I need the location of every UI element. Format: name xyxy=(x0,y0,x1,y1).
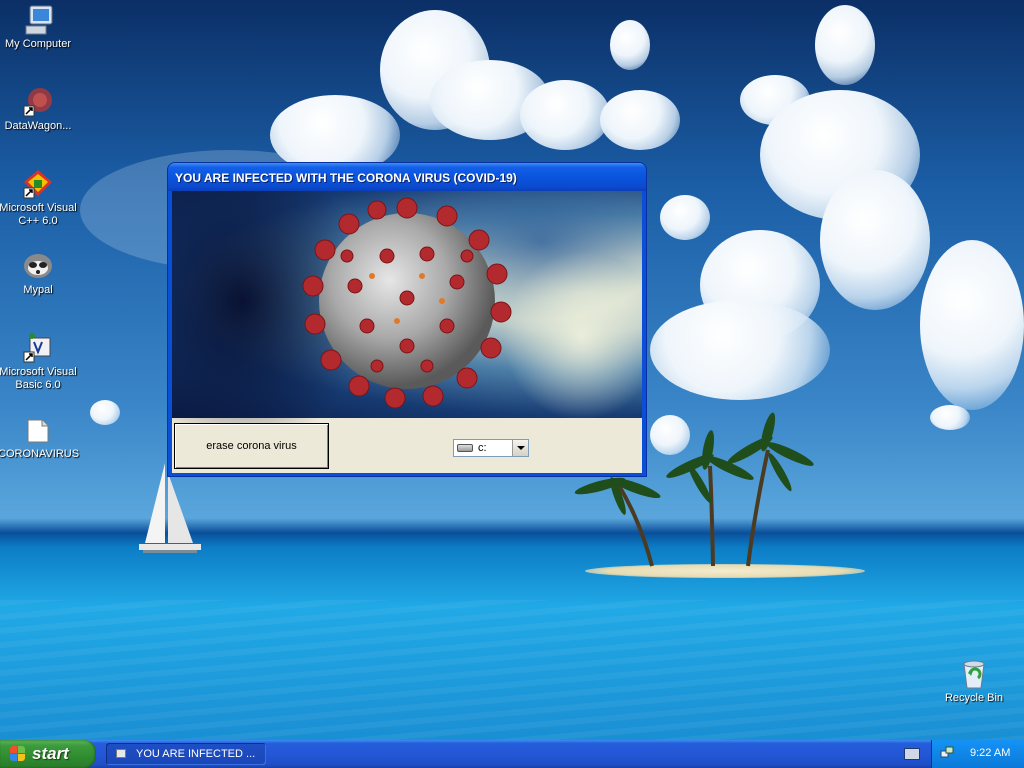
hard-drive-icon xyxy=(457,444,473,452)
desktop-icon-label: DataWagon... xyxy=(4,120,72,132)
desktop-icon-label: Microsoft Visual C++ 6.0 xyxy=(0,202,77,227)
erase-corona-virus-button[interactable]: erase corona virus xyxy=(174,423,329,469)
system-tray: 9:22 AM xyxy=(931,740,1024,768)
desktop-icon-coronavirus[interactable]: CORONAVIRUS xyxy=(0,414,80,461)
recycle-bin-icon xyxy=(958,658,990,690)
taskbar: start YOU ARE INFECTED ... 9:22 AM xyxy=(0,740,1024,768)
folder-icon xyxy=(22,414,54,446)
network-icon[interactable] xyxy=(940,746,954,760)
windows-logo-icon xyxy=(10,746,26,762)
window-title: YOU ARE INFECTED WITH THE CORONA VIRUS (… xyxy=(175,171,517,185)
visual-basic-shortcut-icon xyxy=(22,332,54,364)
desktop-icon-label: CORONAVIRUS xyxy=(0,448,80,460)
clock[interactable]: 9:22 AM xyxy=(970,747,1010,759)
window-client-area: erase corona virus c: xyxy=(172,191,642,473)
desktop-icon-recycle-bin[interactable]: Recycle Bin xyxy=(934,658,1014,705)
mypal-raccoon-icon xyxy=(22,250,54,282)
keyboard-icon[interactable] xyxy=(904,748,920,760)
desktop-icon-label: Microsoft Visual Basic 6.0 xyxy=(0,366,77,391)
my-computer-icon xyxy=(22,4,54,36)
title-bar[interactable]: YOU ARE INFECTED WITH THE CORONA VIRUS (… xyxy=(168,163,646,191)
visual-cpp-shortcut-icon xyxy=(22,168,54,200)
virus-window[interactable]: YOU ARE INFECTED WITH THE CORONA VIRUS (… xyxy=(168,163,646,476)
start-label: start xyxy=(32,744,69,763)
chevron-down-icon[interactable] xyxy=(512,440,528,456)
taskbar-item-label: YOU ARE INFECTED ... xyxy=(136,748,256,760)
drive-select[interactable]: c: xyxy=(453,439,529,457)
desktop-icon-mypal[interactable]: Mypal xyxy=(0,250,78,297)
desktop-icon-label: My Computer xyxy=(4,38,72,50)
coronavirus-image xyxy=(172,191,642,451)
drive-select-value: c: xyxy=(478,442,487,454)
datawagon-shortcut-icon xyxy=(22,86,54,118)
desktop-icon-label: Mypal xyxy=(23,284,53,296)
desktop-icon-datawagon[interactable]: DataWagon... xyxy=(0,86,78,133)
virus-particle xyxy=(302,197,512,409)
desktop-icon-label: Recycle Bin xyxy=(944,692,1004,704)
desktop-icon-my-computer[interactable]: My Computer xyxy=(0,4,78,51)
window-icon xyxy=(116,749,126,758)
desktop-icon-visual-cpp[interactable]: Microsoft Visual C++ 6.0 xyxy=(0,168,78,228)
taskbar-item-virus-window[interactable]: YOU ARE INFECTED ... xyxy=(106,743,266,765)
start-button[interactable]: start xyxy=(0,740,96,768)
desktop-icon-visual-basic[interactable]: Microsoft Visual Basic 6.0 xyxy=(0,332,78,392)
